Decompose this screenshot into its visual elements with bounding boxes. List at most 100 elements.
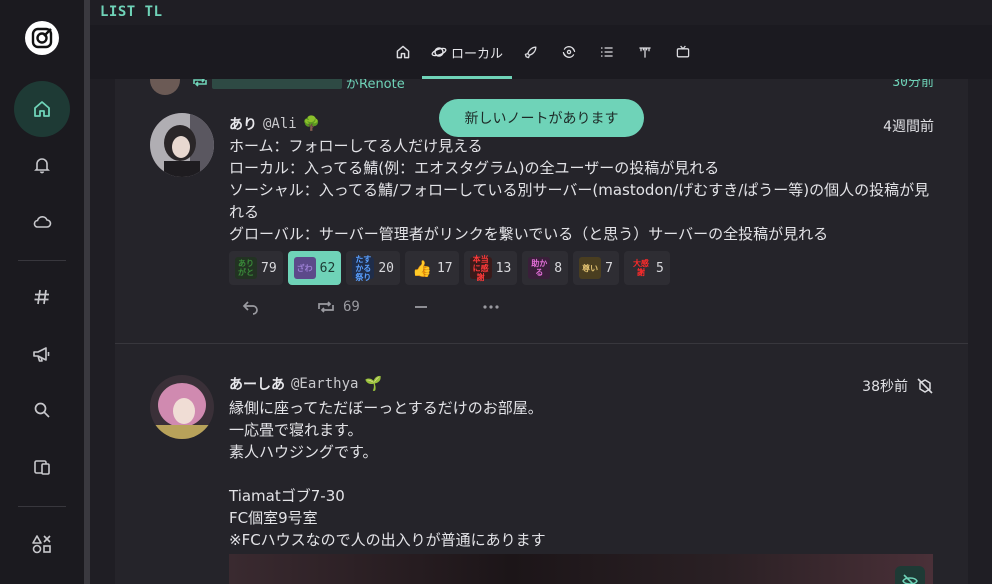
username[interactable]: @Earthya <box>291 376 358 392</box>
antenna-icon <box>639 47 651 58</box>
note-time[interactable]: 4週間前 <box>883 116 934 136</box>
note-media[interactable] <box>229 554 933 584</box>
rocket-icon <box>524 46 537 59</box>
nav-scrollbar[interactable] <box>84 0 90 584</box>
bell-icon <box>34 158 50 174</box>
note-time-area: 38秒前 <box>862 376 934 396</box>
renote-time[interactable]: 30分前 <box>892 79 934 90</box>
nav-notifications-button[interactable] <box>14 137 70 193</box>
sensitive-toggle[interactable] <box>895 566 925 584</box>
renote-label: がRenote <box>346 79 405 92</box>
minus-icon <box>414 306 427 308</box>
reaction-button[interactable]: 👍 17 <box>404 251 459 285</box>
note-time[interactable]: 38秒前 <box>862 376 908 396</box>
custom-emoji-icon: ありがと <box>235 257 257 279</box>
list-icon <box>601 47 613 57</box>
tv-icon <box>676 45 690 58</box>
reaction-count: 5 <box>655 260 664 276</box>
tab-antennas[interactable] <box>632 25 658 79</box>
reaction-button[interactable]: 本当に感謝 13 <box>463 251 518 285</box>
search-icon <box>34 402 50 418</box>
reaction-button[interactable]: ありがと 79 <box>229 251 283 285</box>
tab-home[interactable] <box>390 25 416 79</box>
nav-drive-button[interactable] <box>14 194 70 250</box>
tab-local-label: ローカル <box>450 46 503 62</box>
tree-icon: 🌳 <box>302 116 321 132</box>
media-image <box>229 554 933 584</box>
nav-separator <box>18 260 66 261</box>
whirl-icon <box>562 46 576 58</box>
tab-social[interactable] <box>518 25 544 79</box>
nav-announcements-button[interactable] <box>14 326 70 382</box>
avatar-image <box>150 375 214 439</box>
username[interactable]: @Ali <box>263 116 297 132</box>
nav-more-button[interactable] <box>14 516 70 572</box>
renote-icon <box>318 301 334 313</box>
note-card: あり @Ali 🌳 4週間前 ホーム：フォローしてる人だけ見える ローカル：入っ… <box>115 103 968 343</box>
renote-button[interactable]: 69 <box>317 295 360 319</box>
reply-icon <box>242 301 258 315</box>
planet-icon <box>431 47 447 57</box>
cloud-icon <box>33 216 52 228</box>
renote-icon <box>193 79 207 87</box>
reaction-button[interactable]: たすかる祭り 20 <box>346 251 400 285</box>
renoter-name[interactable] <box>212 79 342 89</box>
nav-pages-button[interactable] <box>14 439 70 495</box>
react-button[interactable] <box>412 295 430 319</box>
reaction-button[interactable]: 助かる 8 <box>522 251 569 285</box>
shapes-icon <box>32 535 51 554</box>
note-header: あーしあ @Earthya 🌱 <box>229 374 382 394</box>
custom-emoji-icon: ざわ <box>293 257 316 279</box>
home-icon <box>34 101 50 117</box>
note-text: ホーム：フォローしてる人だけ見える ローカル：入ってる鯖(例：エオスタグラム)の… <box>229 137 930 243</box>
reaction-count: 62 <box>319 260 336 276</box>
reaction-count: 20 <box>378 260 394 276</box>
note-header: あり @Ali 🌳 <box>229 114 320 134</box>
seedling-icon: 🌱 <box>364 376 382 392</box>
tab-local[interactable]: ローカル <box>422 25 512 79</box>
megaphone-icon <box>33 347 50 362</box>
note-actions: 69 <box>229 295 540 319</box>
instance-logo-icon <box>31 27 53 49</box>
more-icon <box>483 305 499 309</box>
reaction-button[interactable]: 尊い 7 <box>573 251 619 285</box>
visibility-off-icon <box>917 378 933 394</box>
custom-emoji-icon: 尊い <box>579 257 602 279</box>
custom-emoji-icon: たすかる祭り <box>352 255 375 282</box>
nav-search-button[interactable] <box>14 382 70 438</box>
sidebar-nav <box>0 0 84 584</box>
avatar[interactable] <box>150 113 214 177</box>
nav-home-button[interactable] <box>14 81 70 137</box>
custom-emoji-icon: 大感謝 <box>632 259 649 277</box>
nav-hashtags-button[interactable] <box>14 269 70 325</box>
tab-global[interactable] <box>556 25 582 79</box>
tab-channels[interactable] <box>670 25 696 79</box>
more-button[interactable] <box>482 295 500 319</box>
custom-emoji-icon: 👍 <box>412 258 432 278</box>
reaction-count: 8 <box>554 260 563 276</box>
app-logo[interactable] <box>25 21 59 55</box>
hashtag-icon <box>34 289 49 305</box>
reply-button[interactable] <box>229 295 259 319</box>
tab-lists[interactable] <box>594 25 620 79</box>
display-name[interactable]: あーしあ <box>229 374 285 394</box>
reaction-count: 13 <box>495 260 512 276</box>
eye-off-icon <box>902 574 918 584</box>
home-icon <box>396 45 410 59</box>
renote-header: がRenote <box>150 79 405 93</box>
avatar[interactable] <box>150 375 214 439</box>
reaction-button[interactable]: ざわ 62 <box>287 251 342 285</box>
page-title: LIST TL <box>100 4 163 20</box>
reaction-count: 79 <box>261 260 277 276</box>
timeline[interactable]: がRenote 30分前 あり @Ali 🌳 4週間前 ホーム：フォローしてる人… <box>115 79 968 584</box>
renote-count: 69 <box>343 299 360 315</box>
reaction-count: 7 <box>605 260 613 276</box>
custom-emoji-icon: 本当に感謝 <box>469 255 492 282</box>
reaction-bar: ありがと 79 ざわ 62 たすかる祭り 20 👍 17 本当に感謝 13 助かる 8 尊い 7 大感謝 5 <box>229 251 670 285</box>
new-notes-banner[interactable]: 新しいノートがあります <box>439 99 644 137</box>
reaction-button[interactable]: 大感謝 5 <box>623 251 670 285</box>
display-name[interactable]: あり <box>229 114 257 134</box>
nav-separator <box>18 506 66 507</box>
note-card: あーしあ @Earthya 🌱 38秒前 縁側に座ってただぼーっとするだけのお部… <box>115 363 968 584</box>
reaction-count: 17 <box>436 260 453 276</box>
